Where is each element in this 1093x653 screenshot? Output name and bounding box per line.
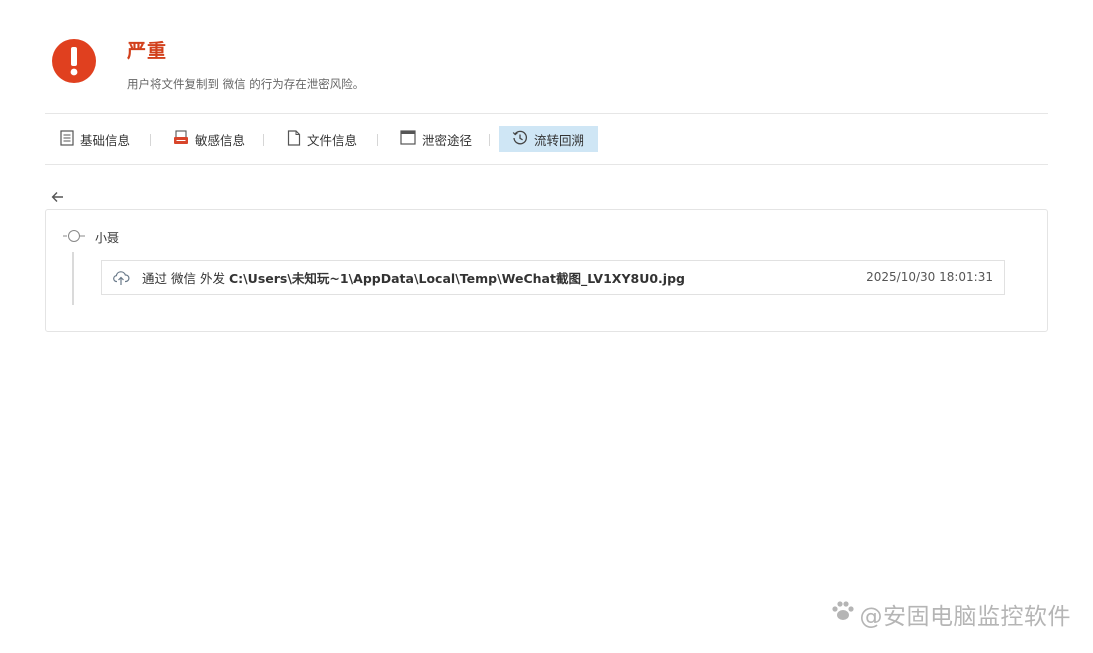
header-divider — [45, 113, 1048, 114]
trace-record[interactable]: 通过 微信 外发 C:\Users\未知玩~1\AppData\Local\Te… — [101, 260, 1005, 295]
severity-title: 严重 — [127, 40, 168, 62]
document-list-icon — [60, 129, 74, 149]
tab-label: 流转回溯 — [534, 132, 585, 148]
tab-separator — [263, 134, 264, 146]
alert-description: 用户将文件复制到 微信 的行为存在泄密风险。 — [127, 77, 365, 91]
tab-file-info[interactable]: 文件信息 — [287, 126, 357, 152]
tabs-divider — [45, 164, 1048, 165]
record-file-path: C:\Users\未知玩~1\AppData\Local\Temp\WeChat… — [228, 271, 685, 286]
tab-sensitive-info[interactable]: 敏感信息 — [173, 126, 245, 152]
watermark-text: @安固电脑监控软件 — [859, 604, 1071, 630]
trace-node: 小聂 — [63, 228, 119, 247]
tab-separator — [489, 134, 490, 146]
record-timestamp: 2025/10/30 18:01:31 — [866, 270, 993, 284]
sensitive-doc-icon — [173, 129, 189, 149]
alert-header: 严重 用户将文件复制到 微信 的行为存在泄密风险。 — [0, 0, 1093, 113]
tab-flow-trace[interactable]: 流转回溯 — [499, 126, 599, 152]
trace-panel: 小聂 通过 微信 外发 C:\Users\未知玩~1\AppData\Local… — [45, 209, 1048, 332]
back-arrow-icon[interactable] — [50, 189, 66, 205]
tab-label: 泄密途径 — [422, 132, 473, 148]
history-clock-icon — [512, 130, 528, 149]
tab-separator — [377, 134, 378, 146]
watermark: @安固电脑监控软件 — [830, 597, 1072, 631]
timeline-line — [72, 252, 74, 305]
tab-label: 敏感信息 — [195, 132, 246, 148]
tab-label: 基础信息 — [80, 132, 131, 148]
timeline-node-icon — [63, 228, 85, 247]
cloud-upload-icon — [112, 269, 130, 287]
file-icon — [287, 129, 301, 149]
window-icon — [400, 130, 416, 148]
tab-basic-info[interactable]: 基础信息 — [60, 126, 130, 152]
trace-user-name: 小聂 — [95, 231, 120, 245]
exclamation-circle-icon — [52, 39, 96, 83]
tab-leak-channel[interactable]: 泄密途径 — [400, 126, 472, 152]
tab-separator — [150, 134, 151, 146]
record-prefix: 通过 微信 外发 — [142, 271, 225, 286]
paw-logo-icon — [830, 599, 856, 629]
tab-bar: 基础信息 敏感信息 文件信息 泄密途径 流转回溯 — [45, 123, 1048, 153]
tab-label: 文件信息 — [307, 132, 358, 148]
record-description: 通过 微信 外发 C:\Users\未知玩~1\AppData\Local\Te… — [142, 268, 685, 287]
